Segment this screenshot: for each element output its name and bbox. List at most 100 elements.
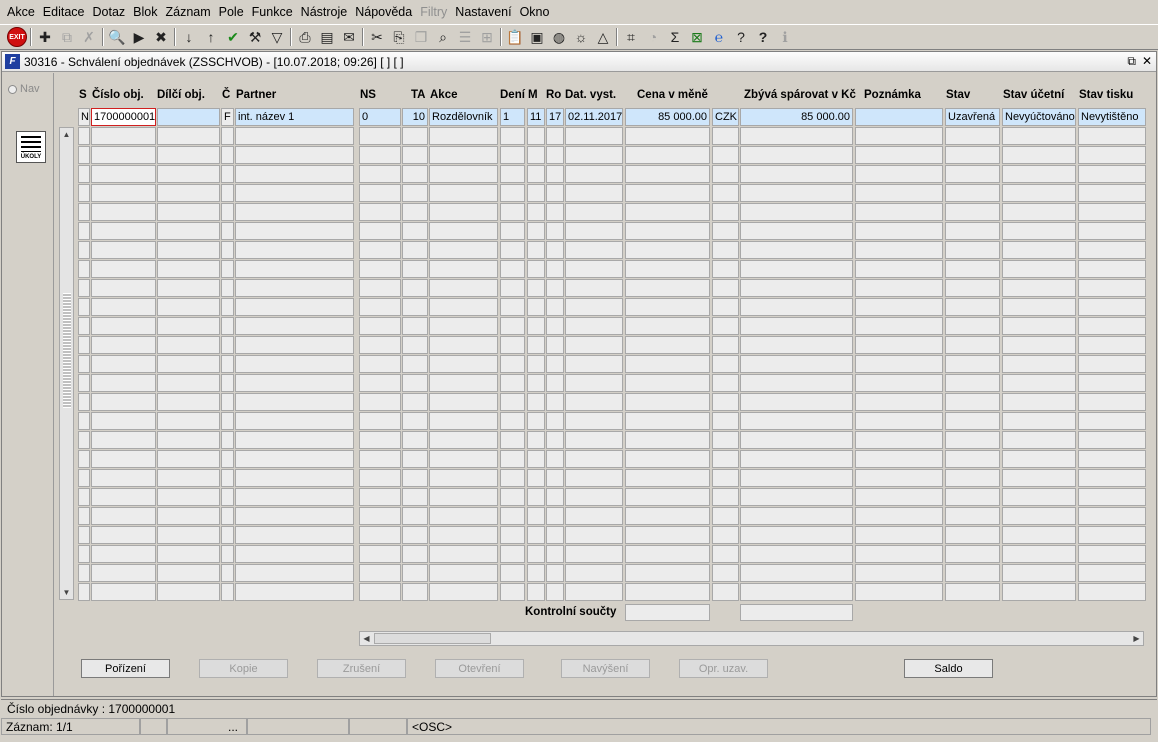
menu-item-1[interactable]: Editace xyxy=(39,0,89,24)
empty-cell[interactable] xyxy=(1002,526,1076,544)
empty-cell[interactable] xyxy=(527,127,545,145)
empty-cell[interactable] xyxy=(740,488,853,506)
empty-cell[interactable] xyxy=(402,412,428,430)
query-execute-icon[interactable]: ▶ xyxy=(128,26,150,48)
empty-cell[interactable] xyxy=(235,203,354,221)
empty-cell[interactable] xyxy=(945,393,1000,411)
empty-cell[interactable] xyxy=(527,260,545,278)
empty-cell[interactable] xyxy=(546,526,564,544)
empty-cell[interactable] xyxy=(527,431,545,449)
empty-cell[interactable] xyxy=(429,412,498,430)
empty-cell[interactable] xyxy=(1078,355,1146,373)
empty-cell[interactable] xyxy=(740,507,853,525)
delete-record-icon[interactable]: ✗ xyxy=(78,26,100,48)
empty-cell[interactable] xyxy=(1078,450,1146,468)
empty-cell[interactable] xyxy=(359,336,401,354)
empty-cell[interactable] xyxy=(740,260,853,278)
opr-uzav-button[interactable]: Opr. uzav. xyxy=(679,659,768,678)
empty-cell[interactable] xyxy=(157,279,220,297)
cell-partner[interactable]: int. název 1 xyxy=(235,108,354,126)
empty-cell[interactable] xyxy=(429,184,498,202)
empty-cell[interactable] xyxy=(402,127,428,145)
empty-cell[interactable] xyxy=(945,450,1000,468)
empty-cell[interactable] xyxy=(1078,526,1146,544)
ie-icon[interactable]: ℮ xyxy=(708,26,730,48)
empty-cell[interactable] xyxy=(565,431,623,449)
empty-cell[interactable] xyxy=(402,526,428,544)
empty-cell[interactable] xyxy=(712,545,739,563)
empty-cell[interactable] xyxy=(78,355,90,373)
empty-cell[interactable] xyxy=(740,165,853,183)
empty-cell[interactable] xyxy=(546,412,564,430)
empty-cell[interactable] xyxy=(546,298,564,316)
empty-cell[interactable] xyxy=(855,450,943,468)
menu-item-7[interactable]: Nástroje xyxy=(297,0,352,24)
empty-cell[interactable] xyxy=(500,412,525,430)
navyseni-button[interactable]: Navýšení xyxy=(561,659,650,678)
empty-cell[interactable] xyxy=(1078,127,1146,145)
empty-cell[interactable] xyxy=(157,260,220,278)
empty-cell[interactable] xyxy=(221,393,234,411)
empty-cell[interactable] xyxy=(546,222,564,240)
empty-cell[interactable] xyxy=(91,336,156,354)
empty-cell[interactable] xyxy=(402,545,428,563)
empty-cell[interactable] xyxy=(1002,431,1076,449)
empty-cell[interactable] xyxy=(429,260,498,278)
empty-cell[interactable] xyxy=(157,450,220,468)
empty-cell[interactable] xyxy=(91,450,156,468)
empty-cell[interactable] xyxy=(740,545,853,563)
empty-cell[interactable] xyxy=(527,545,545,563)
empty-cell[interactable] xyxy=(740,450,853,468)
empty-cell[interactable] xyxy=(945,507,1000,525)
empty-cell[interactable] xyxy=(78,336,90,354)
empty-cell[interactable] xyxy=(546,507,564,525)
empty-cell[interactable] xyxy=(500,355,525,373)
empty-cell[interactable] xyxy=(1078,203,1146,221)
empty-cell[interactable] xyxy=(712,279,739,297)
empty-cell[interactable] xyxy=(625,241,710,259)
empty-cell[interactable] xyxy=(78,507,90,525)
empty-cell[interactable] xyxy=(78,374,90,392)
empty-cell[interactable] xyxy=(565,488,623,506)
empty-cell[interactable] xyxy=(712,184,739,202)
empty-cell[interactable] xyxy=(500,431,525,449)
empty-cell[interactable] xyxy=(402,431,428,449)
exit-button[interactable]: EXIT xyxy=(6,26,28,48)
empty-cell[interactable] xyxy=(500,564,525,582)
empty-cell[interactable] xyxy=(565,583,623,601)
empty-cell[interactable] xyxy=(1002,507,1076,525)
empty-cell[interactable] xyxy=(78,146,90,164)
cell-s[interactable]: N xyxy=(78,108,90,126)
empty-cell[interactable] xyxy=(221,526,234,544)
empty-cell[interactable] xyxy=(235,488,354,506)
empty-cell[interactable] xyxy=(625,317,710,335)
empty-cell[interactable] xyxy=(78,165,90,183)
empty-cell[interactable] xyxy=(546,469,564,487)
empty-cell[interactable] xyxy=(945,336,1000,354)
saldo-button[interactable]: Saldo xyxy=(904,659,993,678)
empty-cell[interactable] xyxy=(221,507,234,525)
empty-cell[interactable] xyxy=(740,146,853,164)
empty-cell[interactable] xyxy=(1078,222,1146,240)
empty-cell[interactable] xyxy=(500,260,525,278)
empty-cell[interactable] xyxy=(91,260,156,278)
empty-cell[interactable] xyxy=(1078,260,1146,278)
empty-cell[interactable] xyxy=(625,564,710,582)
empty-cell[interactable] xyxy=(1002,583,1076,601)
empty-cell[interactable] xyxy=(945,127,1000,145)
empty-cell[interactable] xyxy=(157,545,220,563)
menu-item-5[interactable]: Pole xyxy=(215,0,248,24)
empty-cell[interactable] xyxy=(500,336,525,354)
empty-cell[interactable] xyxy=(235,184,354,202)
empty-cell[interactable] xyxy=(712,469,739,487)
empty-cell[interactable] xyxy=(855,393,943,411)
empty-cell[interactable] xyxy=(359,393,401,411)
kopie-button[interactable]: Kopie xyxy=(199,659,288,678)
empty-cell[interactable] xyxy=(625,260,710,278)
empty-cell[interactable] xyxy=(157,526,220,544)
sum-icon[interactable]: Σ xyxy=(664,26,686,48)
info-icon[interactable]: ℹ xyxy=(774,26,796,48)
empty-cell[interactable] xyxy=(712,450,739,468)
empty-cell[interactable] xyxy=(527,374,545,392)
clipboard-icon[interactable]: 📋 xyxy=(504,26,526,48)
